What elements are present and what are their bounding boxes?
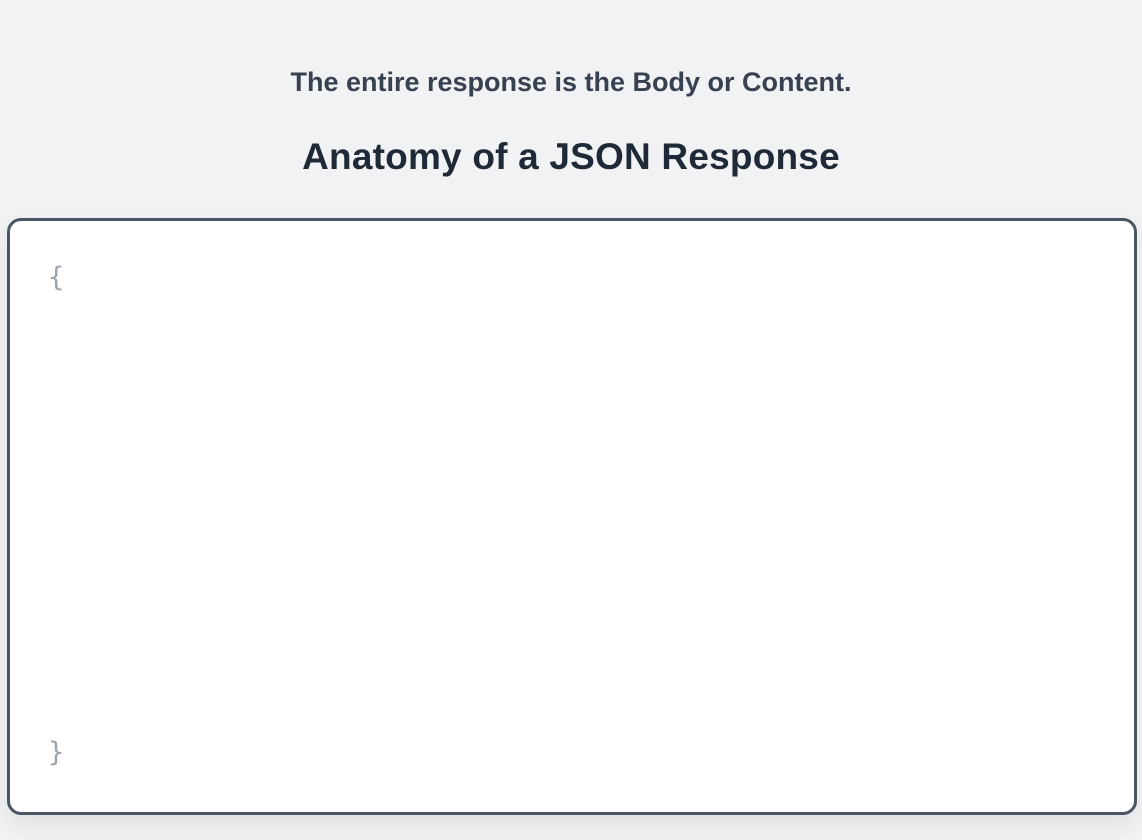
page-subtitle: The entire response is the Body or Conte… xyxy=(290,67,852,97)
json-code-panel: { } xyxy=(7,218,1137,815)
json-open-brace: { xyxy=(48,262,65,293)
page-title: Anatomy of a JSON Response xyxy=(302,136,840,177)
json-close-brace: } xyxy=(48,737,65,768)
